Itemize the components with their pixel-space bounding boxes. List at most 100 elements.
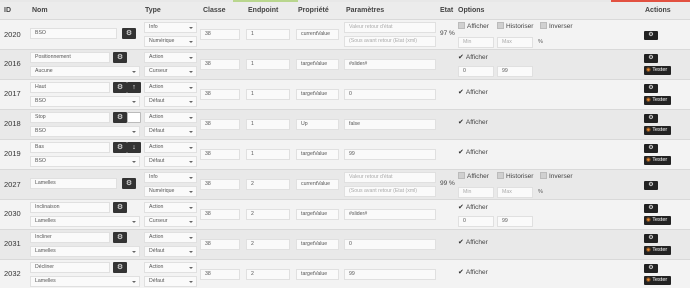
subtype-select[interactable]: Défaut <box>144 126 197 137</box>
cmd-name-input[interactable]: Positionnement <box>30 52 110 63</box>
gears-button[interactable]: ⚙ <box>644 114 658 123</box>
property-input[interactable]: currentValue <box>296 179 339 190</box>
gears-button[interactable]: ⚙ <box>644 84 658 93</box>
sliders-icon[interactable]: ⚙ <box>122 178 136 189</box>
property-input[interactable]: targetValue <box>296 239 339 250</box>
tester-button[interactable]: ◉ Tester <box>644 276 671 285</box>
type-select[interactable]: Info <box>144 172 197 183</box>
max-input[interactable]: Max <box>497 187 533 198</box>
min-input[interactable]: Min <box>458 37 494 48</box>
param-input[interactable]: 0 <box>344 239 436 250</box>
subtype-select[interactable]: Défaut <box>144 276 197 287</box>
classe-input[interactable]: 38 <box>200 179 240 190</box>
cmd-name-input[interactable]: Incliner <box>30 232 110 243</box>
cmd-name-input[interactable]: Bas <box>30 142 110 153</box>
sliders-icon[interactable]: ⚙ <box>113 82 127 93</box>
afficher-checkbox[interactable]: ✔ Afficher <box>458 118 488 126</box>
property-input[interactable]: targetValue <box>296 149 339 160</box>
square-icon[interactable] <box>127 112 141 123</box>
cmd-value-select[interactable]: BSO <box>30 96 140 107</box>
afficher-checkbox[interactable]: ✔ Afficher <box>458 88 488 96</box>
type-select[interactable]: Action <box>144 82 197 93</box>
endpoint-input[interactable]: 1 <box>246 59 290 70</box>
sliders-icon[interactable]: ⚙ <box>113 142 127 153</box>
param-input[interactable]: 99 <box>344 269 436 280</box>
param-input[interactable]: Valeur retour d'état <box>344 22 436 33</box>
param-input[interactable]: 0 <box>344 89 436 100</box>
sliders-icon[interactable]: ⚙ <box>113 112 127 123</box>
subtype-select[interactable]: Curseur <box>144 66 197 77</box>
historiser-checkbox[interactable]: Historiser <box>497 172 533 180</box>
tester-button[interactable]: ◉ Tester <box>644 246 671 255</box>
classe-input[interactable]: 38 <box>200 239 240 250</box>
historiser-checkbox[interactable]: Historiser <box>497 22 533 30</box>
cmd-value-select[interactable]: BSO <box>30 156 140 167</box>
afficher-checkbox[interactable]: ✔ Afficher <box>458 268 488 276</box>
classe-input[interactable]: 38 <box>200 269 240 280</box>
subtype-select[interactable]: Défaut <box>144 156 197 167</box>
tester-button[interactable]: ◉ Tester <box>644 216 671 225</box>
sliders-icon[interactable]: ⚙ <box>113 202 127 213</box>
cmd-value-select[interactable]: Lamelles <box>30 246 140 257</box>
min-input[interactable]: 0 <box>458 66 494 77</box>
max-input[interactable]: 99 <box>497 216 533 227</box>
afficher-checkbox[interactable]: Afficher <box>458 22 489 30</box>
sliders-icon[interactable]: ⚙ <box>122 28 136 39</box>
sliders-icon[interactable]: ⚙ <box>113 262 127 273</box>
afficher-checkbox[interactable]: Afficher <box>458 172 489 180</box>
property-input[interactable]: targetValue <box>296 89 339 100</box>
inverser-checkbox[interactable]: Inverser <box>540 22 572 30</box>
min-input[interactable]: Min <box>458 187 494 198</box>
classe-input[interactable]: 38 <box>200 209 240 220</box>
endpoint-input[interactable]: 1 <box>246 29 290 40</box>
type-select[interactable]: Action <box>144 112 197 123</box>
param-input[interactable]: #slider# <box>344 59 436 70</box>
cmd-value-select[interactable]: Lamelles <box>30 216 140 227</box>
gears-button[interactable]: ⚙ <box>644 234 658 243</box>
classe-input[interactable]: 38 <box>200 89 240 100</box>
afficher-checkbox[interactable]: ✔ Afficher <box>458 53 488 61</box>
gears-button[interactable]: ⚙ <box>644 54 658 63</box>
classe-input[interactable]: 38 <box>200 29 240 40</box>
afficher-checkbox[interactable]: ✔ Afficher <box>458 148 488 156</box>
subtype-select[interactable]: Numérique <box>144 186 197 197</box>
gears-button[interactable]: ⚙ <box>644 31 658 40</box>
subtype-select[interactable]: Numérique <box>144 36 197 47</box>
gears-button[interactable]: ⚙ <box>644 204 658 213</box>
type-select[interactable]: Action <box>144 142 197 153</box>
classe-input[interactable]: 38 <box>200 59 240 70</box>
tester-button[interactable]: ◉ Tester <box>644 156 671 165</box>
endpoint-input[interactable]: 1 <box>246 149 290 160</box>
min-input[interactable]: 0 <box>458 216 494 227</box>
gears-button[interactable]: ⚙ <box>644 264 658 273</box>
cmd-name-input[interactable]: Inclinaison <box>30 202 110 213</box>
param-input[interactable]: false <box>344 119 436 130</box>
arrow-down-icon[interactable]: ↓ <box>127 142 141 153</box>
subtype-select[interactable]: Curseur <box>144 216 197 227</box>
property-input[interactable]: targetValue <box>296 59 339 70</box>
cmd-name-input[interactable]: Stop <box>30 112 110 123</box>
endpoint-input[interactable]: 2 <box>246 239 290 250</box>
param-input-2[interactable]: (Sous avant retour (Etat (xml) <box>344 36 436 47</box>
tester-button[interactable]: ◉ Tester <box>644 66 671 75</box>
afficher-checkbox[interactable]: ✔ Afficher <box>458 238 488 246</box>
param-input-2[interactable]: (Sous avant retour (Etat (xml) <box>344 186 436 197</box>
type-select[interactable]: Info <box>144 22 197 33</box>
sliders-icon[interactable]: ⚙ <box>113 52 127 63</box>
cmd-name-input[interactable]: Lamelles <box>30 178 117 189</box>
endpoint-input[interactable]: 1 <box>246 89 290 100</box>
cmd-value-select[interactable]: Aucune <box>30 66 140 77</box>
type-select[interactable]: Action <box>144 202 197 213</box>
afficher-checkbox[interactable]: ✔ Afficher <box>458 203 488 211</box>
subtype-select[interactable]: Défaut <box>144 246 197 257</box>
property-input[interactable]: targetValue <box>296 269 339 280</box>
endpoint-input[interactable]: 1 <box>246 119 290 130</box>
subtype-select[interactable]: Défaut <box>144 96 197 107</box>
param-input[interactable]: 99 <box>344 149 436 160</box>
max-input[interactable]: Max <box>497 37 533 48</box>
arrow-up-icon[interactable]: ↑ <box>127 82 141 93</box>
param-input[interactable]: Valeur retour d'état <box>344 172 436 183</box>
endpoint-input[interactable]: 2 <box>246 179 290 190</box>
type-select[interactable]: Action <box>144 52 197 63</box>
cmd-value-select[interactable]: BSO <box>30 126 140 137</box>
